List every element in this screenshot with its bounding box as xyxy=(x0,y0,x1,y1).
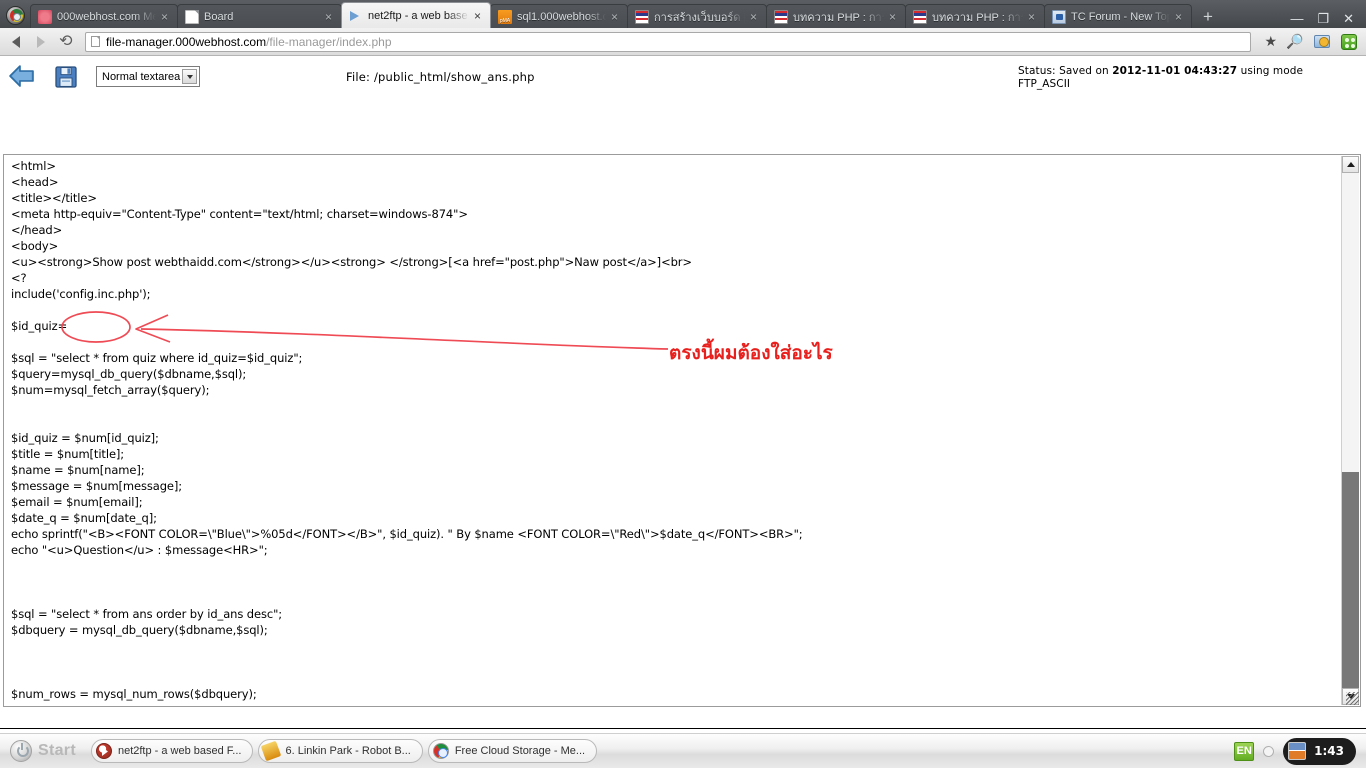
status-prefix: Status: Saved on xyxy=(1018,65,1113,77)
close-window-button[interactable]: ✕ xyxy=(1343,12,1354,25)
forward-button[interactable] xyxy=(33,34,49,50)
tab-close-icon[interactable]: × xyxy=(325,11,335,23)
document-icon xyxy=(185,9,199,24)
back-button[interactable] xyxy=(8,34,24,50)
chrome-logo-icon xyxy=(0,2,30,28)
browser-window: 000webhost.com Me × Board × net2ftp - a web … xyxy=(0,0,1366,728)
start-button[interactable]: Start xyxy=(6,736,86,766)
reload-icon[interactable]: ⟳ xyxy=(58,33,74,50)
thai-flag-icon xyxy=(774,9,788,24)
tray-app-icon xyxy=(1288,742,1307,760)
browser-tab[interactable]: การสร้างเว็บบอร์ด [6 × xyxy=(627,4,767,28)
scrollbar-track[interactable] xyxy=(1342,173,1359,688)
taskbar-item[interactable]: Free Cloud Storage - Me... xyxy=(427,739,598,763)
tab-label: Board xyxy=(204,10,234,23)
browser-tab[interactable]: บทความ PHP : การสร × xyxy=(905,4,1045,28)
system-tray: EN 1:43 xyxy=(1234,737,1360,765)
net2ftp-icon xyxy=(95,743,112,759)
tab-label: 000webhost.com Me xyxy=(57,10,156,23)
bookmark-star-icon[interactable]: ★ xyxy=(1264,33,1277,50)
back-arrow-icon[interactable] xyxy=(8,63,36,89)
resize-grip[interactable] xyxy=(1346,692,1359,705)
folder-key-icon[interactable] xyxy=(1313,33,1331,51)
webhost-icon xyxy=(38,9,52,24)
browser-tab[interactable]: sql1.000webhost.cor × xyxy=(490,4,628,28)
browser-tab[interactable]: บทความ PHP : การสร × xyxy=(766,4,906,28)
page-icon xyxy=(91,36,100,47)
status-suffix: using mode xyxy=(1237,65,1304,77)
language-indicator[interactable]: EN xyxy=(1234,741,1255,761)
thai-flag-icon xyxy=(913,9,927,24)
window-controls: — ❐ ✕ xyxy=(1290,12,1366,25)
tab-close-icon[interactable]: × xyxy=(161,11,171,23)
magnifier-icon[interactable]: 🔍 xyxy=(1286,33,1304,51)
maximize-button[interactable]: ❐ xyxy=(1317,12,1329,25)
editor-scrollbar[interactable] xyxy=(1341,156,1359,705)
code-text[interactable]: <html> <head> <title></title> <meta http… xyxy=(6,157,1339,704)
taskbar-item-label: 6. Linkin Park - Robot B... xyxy=(285,745,411,757)
editor-mode-select[interactable]: Normal textarea xyxy=(96,66,200,87)
editor-mode-value: Normal textarea xyxy=(102,70,181,83)
clock-label: 1:43 xyxy=(1314,744,1344,758)
browser-tab[interactable]: Board × xyxy=(177,4,342,28)
taskbar-item[interactable]: net2ftp - a web based F... xyxy=(90,739,254,763)
tab-label: TC Forum - New Topi xyxy=(1071,10,1170,23)
start-label: Start xyxy=(38,742,76,759)
scroll-up-button[interactable] xyxy=(1342,156,1359,173)
net2ftp-toolbar: Normal textarea File: /public_html/show_… xyxy=(0,57,1366,97)
tab-label: net2ftp - a web base xyxy=(368,9,468,22)
thai-flag-icon xyxy=(635,9,649,24)
address-path: /file-manager/index.php xyxy=(266,34,392,49)
status-label: Status: Saved on 2012-11-01 04:43:27 usi… xyxy=(1018,65,1348,91)
taskbar-item[interactable]: 6. Linkin Park - Robot B... xyxy=(258,739,423,763)
chrome-icon xyxy=(432,743,449,759)
chevron-down-icon[interactable] xyxy=(182,69,197,84)
code-editor[interactable]: <html> <head> <title></title> <meta http… xyxy=(3,154,1361,707)
tab-close-icon[interactable]: × xyxy=(474,10,484,22)
winamp-icon xyxy=(261,740,282,762)
net2ftp-icon xyxy=(349,9,363,23)
tab-label: บทความ PHP : การสร xyxy=(793,11,884,24)
status-timestamp: 2012-11-01 04:43:27 xyxy=(1112,65,1238,77)
browser-tab[interactable]: TC Forum - New Topi × xyxy=(1044,4,1192,28)
browser-toolbar: ⟳ file-manager.000webhost.com/file-manag… xyxy=(0,28,1366,56)
taskbar-item-label: Free Cloud Storage - Me... xyxy=(454,745,586,757)
taskbar: Start net2ftp - a web based F... 6. Linki… xyxy=(0,733,1366,768)
tab-label: การสร้างเว็บบอร์ด [6 xyxy=(654,11,745,24)
tab-close-icon[interactable]: × xyxy=(1028,11,1038,23)
tab-close-icon[interactable]: × xyxy=(889,11,899,23)
address-host: file-manager.000webhost.com xyxy=(106,34,267,49)
scrollbar-thumb[interactable] xyxy=(1342,471,1359,688)
green-grid-icon[interactable] xyxy=(1340,33,1358,51)
tab-close-icon[interactable]: × xyxy=(1175,11,1185,23)
phpmyadmin-icon xyxy=(498,9,512,24)
tray-status-icon[interactable] xyxy=(1263,745,1275,757)
address-bar[interactable]: file-manager.000webhost.com/file-manager… xyxy=(85,31,1252,52)
status-mode: FTP_ASCII xyxy=(1018,78,1071,90)
save-icon[interactable] xyxy=(53,65,79,89)
tab-label: sql1.000webhost.cor xyxy=(517,10,606,23)
browser-tab[interactable]: net2ftp - a web base × xyxy=(341,2,491,28)
tcforum-icon xyxy=(1052,9,1066,24)
browser-tab[interactable]: 000webhost.com Me × xyxy=(30,4,178,28)
tab-strip: 000webhost.com Me × Board × net2ftp - a web … xyxy=(0,0,1366,28)
file-path-label: File: /public_html/show_ans.php xyxy=(346,70,535,84)
new-tab-button[interactable]: + xyxy=(1195,6,1221,26)
clock-pod[interactable]: 1:43 xyxy=(1283,737,1356,765)
page-content: Normal textarea File: /public_html/show_… xyxy=(0,57,1366,728)
tab-close-icon[interactable]: × xyxy=(611,11,621,23)
tab-close-icon[interactable]: × xyxy=(750,11,760,23)
taskbar-item-label: net2ftp - a web based F... xyxy=(117,745,242,757)
minimize-button[interactable]: — xyxy=(1290,12,1303,25)
start-orb-icon xyxy=(10,740,32,762)
tab-label: บทความ PHP : การสร xyxy=(932,11,1023,24)
